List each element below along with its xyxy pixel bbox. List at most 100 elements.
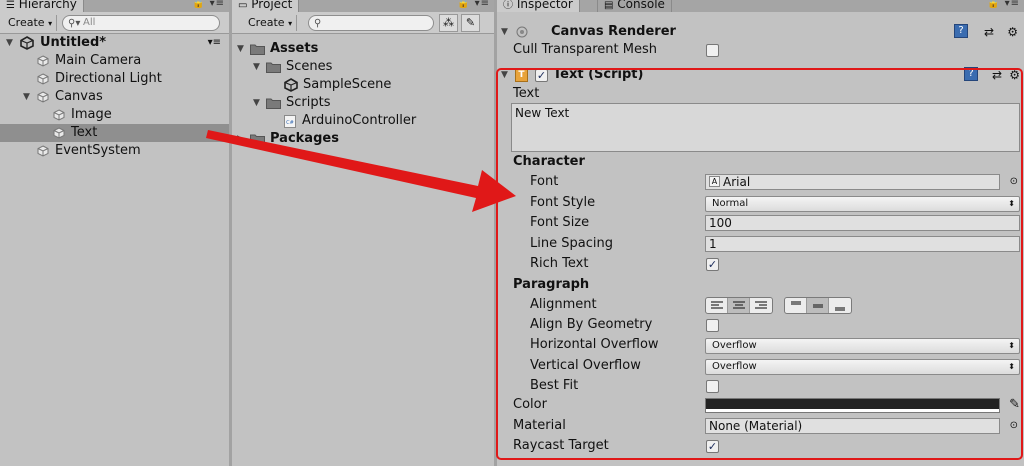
project-toolbar: Create ▾ ⚲ ⁂ ✎ <box>232 12 494 34</box>
csharp-script-icon: C# <box>284 115 296 128</box>
project-item-samplescene[interactable]: SampleScene <box>232 76 494 94</box>
rich-text-row: Rich Text ✓ <box>530 256 719 271</box>
align-by-geometry-checkbox[interactable] <box>706 319 719 332</box>
folder-tab-icon: ▭ <box>238 0 248 11</box>
project-folder-scripts[interactable]: ▼ Scripts <box>232 94 494 112</box>
vertical-alignment-group <box>784 297 852 314</box>
canvas-renderer-icon <box>516 26 528 38</box>
gear-icon[interactable]: ⚙ <box>1009 65 1020 85</box>
cull-transparent-checkbox[interactable] <box>706 44 719 57</box>
expand-arrow-icon[interactable]: ▼ <box>253 94 260 112</box>
vertical-overflow-dropdown[interactable]: Overflow ⬍ <box>705 359 1020 375</box>
align-left-button[interactable] <box>706 298 728 313</box>
project-folder-assets[interactable]: ▼ Assets <box>232 40 494 58</box>
line-spacing-field[interactable]: 1 <box>705 236 1020 252</box>
hierarchy-search-input[interactable]: ⚲▾ All <box>62 15 220 31</box>
canvas-renderer-header[interactable]: ▼ Canvas Renderer ? ⇄ ⚙ <box>497 22 1024 42</box>
horizontal-overflow-dropdown[interactable]: Overflow ⬍ <box>705 338 1020 354</box>
expand-arrow-icon[interactable]: ▼ <box>23 88 30 106</box>
gameobject-cube-icon <box>37 91 49 103</box>
tab-project[interactable]: ▭ Project <box>232 0 300 12</box>
object-picker-icon[interactable]: ⊙ <box>1010 416 1018 436</box>
folder-icon <box>266 62 281 73</box>
tab-inspector[interactable]: ⓘ Inspector <box>497 0 580 12</box>
expand-arrow-icon[interactable]: ▼ <box>501 65 508 85</box>
folder-icon <box>250 44 265 55</box>
svg-text:C#: C# <box>286 120 294 126</box>
text-area[interactable]: New Text <box>511 103 1020 152</box>
search-icon: ⚲ <box>314 18 322 29</box>
text-script-header[interactable]: ▼ T ✓ Text (Script) ? ⇄ ⚙ <box>497 65 1024 85</box>
expand-arrow-icon[interactable]: ▼ <box>6 34 13 52</box>
inspector-tabbar: ⓘ Inspector ▤ Console 🔒 ▾≡ <box>497 0 1024 12</box>
filter-type-button[interactable]: ⁂ <box>439 14 458 32</box>
color-swatch[interactable] <box>705 398 1000 413</box>
project-panel: ▭ Project 🔒 ▾≡ Create ▾ ⚲ ⁂ ✎ ▼ Assets ▼… <box>232 0 494 466</box>
project-search-input[interactable]: ⚲ <box>308 15 434 31</box>
scene-menu-icon[interactable]: ▾≡ <box>208 34 221 52</box>
project-folder-packages[interactable]: ▶ Packages <box>232 130 494 148</box>
eyedropper-icon[interactable]: ✎ <box>1009 395 1020 415</box>
hierarchy-item-directional-light[interactable]: Directional Light <box>0 70 229 88</box>
expand-arrow-icon[interactable]: ▼ <box>237 40 244 58</box>
font-field[interactable]: A Arial <box>705 174 1000 190</box>
raycast-target-checkbox[interactable]: ✓ <box>706 440 719 453</box>
preset-icon[interactable]: ⇄ <box>984 22 994 42</box>
font-size-field[interactable]: 100 <box>705 215 1020 231</box>
cull-transparent-row: Cull Transparent Mesh <box>497 40 1024 60</box>
object-picker-icon[interactable]: ⊙ <box>1010 172 1018 192</box>
text-component-icon: T <box>515 69 528 82</box>
create-button[interactable]: Create ▾ <box>4 15 58 31</box>
collapse-arrow-icon[interactable]: ▶ <box>237 130 244 148</box>
font-style-dropdown[interactable]: Normal ⬍ <box>705 196 1020 212</box>
hierarchy-item-main-camera[interactable]: Main Camera <box>0 52 229 70</box>
alignment-row: Alignment <box>497 295 1024 315</box>
hierarchy-item-text[interactable]: Text <box>0 124 229 142</box>
material-field[interactable]: None (Material) <box>705 418 1000 434</box>
align-middle-button[interactable] <box>807 298 829 313</box>
align-top-button[interactable] <box>785 298 807 313</box>
hierarchy-toolbar: Create ▾ ⚲▾ All <box>0 12 229 34</box>
text-label-row: Text <box>513 86 540 101</box>
material-row: Material None (Material) ⊙ <box>497 416 1024 436</box>
tab-hierarchy[interactable]: ☰ Hierarchy <box>0 0 84 12</box>
folder-icon <box>266 98 281 109</box>
inspector-panel: ⓘ Inspector ▤ Console 🔒 ▾≡ ▼ Canvas Rend… <box>497 0 1024 466</box>
folder-icon <box>250 134 265 145</box>
font-row: Font A Arial ⊙ <box>497 172 1024 192</box>
unity-scene-icon <box>284 78 298 92</box>
gear-icon[interactable]: ⚙ <box>1007 22 1018 42</box>
vertical-overflow-row: Vertical Overflow Overflow ⬍ <box>497 356 1024 376</box>
lock-menu-icon[interactable]: 🔒 ▾≡ <box>192 0 225 9</box>
console-icon: ▤ <box>604 0 614 11</box>
hierarchy-item-canvas[interactable]: ▼ Canvas <box>0 88 229 106</box>
project-folder-scenes[interactable]: ▼ Scenes <box>232 58 494 76</box>
gameobject-cube-icon <box>53 109 65 121</box>
create-button[interactable]: Create ▾ <box>244 15 298 31</box>
component-enabled-checkbox[interactable]: ✓ <box>535 69 548 82</box>
preset-icon[interactable]: ⇄ <box>992 65 1002 85</box>
project-tabbar: ▭ Project 🔒 ▾≡ <box>232 0 494 12</box>
help-icon[interactable]: ? <box>964 67 978 81</box>
expand-arrow-icon[interactable]: ▼ <box>253 58 260 76</box>
rich-text-checkbox[interactable]: ✓ <box>706 258 719 271</box>
project-item-arduinocontroller[interactable]: C# ArduinoController <box>232 112 494 130</box>
help-icon[interactable]: ? <box>954 24 968 38</box>
font-size-row: Font Size 100 <box>497 213 1024 233</box>
tab-console[interactable]: ▤ Console <box>597 0 672 12</box>
hierarchy-item-eventsystem[interactable]: EventSystem <box>0 142 229 160</box>
raycast-target-row: Raycast Target ✓ <box>513 438 719 453</box>
align-center-button[interactable] <box>728 298 750 313</box>
align-right-button[interactable] <box>750 298 772 313</box>
expand-arrow-icon[interactable]: ▼ <box>501 22 508 42</box>
filter-label-button[interactable]: ✎ <box>461 14 480 32</box>
align-bottom-button[interactable] <box>829 298 851 313</box>
lock-menu-icon[interactable]: 🔒 ▾≡ <box>457 0 490 9</box>
hierarchy-item-image[interactable]: Image <box>0 106 229 124</box>
best-fit-row: Best Fit <box>497 376 1024 396</box>
scene-row[interactable]: ▼ Untitled* ▾≡ <box>0 34 229 52</box>
dropdown-caret-icon: ▾ <box>288 19 293 28</box>
font-style-row: Font Style Normal ⬍ <box>497 193 1024 213</box>
lock-menu-icon[interactable]: 🔒 ▾≡ <box>987 0 1020 9</box>
best-fit-checkbox[interactable] <box>706 380 719 393</box>
